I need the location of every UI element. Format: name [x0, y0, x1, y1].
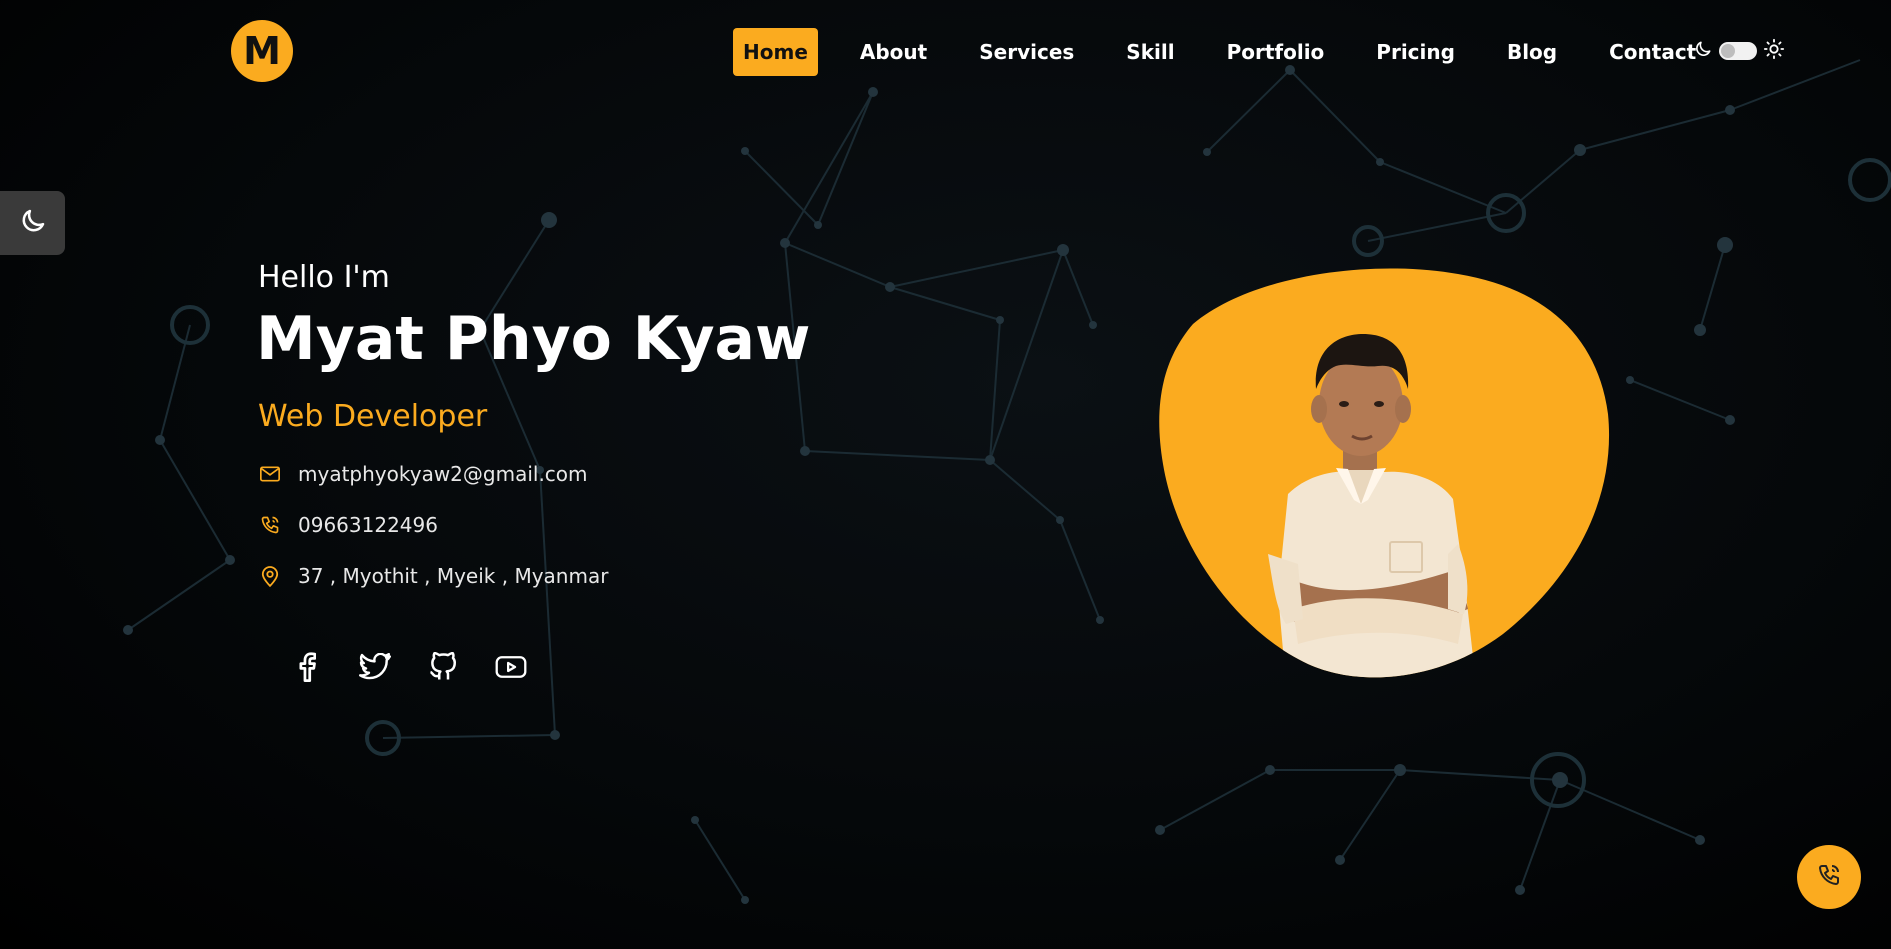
twitter-icon[interactable]	[358, 650, 392, 684]
youtube-icon[interactable]	[494, 650, 528, 684]
greeting: Hello I'm	[258, 260, 390, 295]
phone-icon	[258, 513, 282, 537]
nav-pricing[interactable]: Pricing	[1376, 40, 1455, 64]
floating-call-button[interactable]	[1797, 845, 1861, 909]
nav-about[interactable]: About	[860, 40, 927, 64]
social-links	[290, 650, 528, 684]
location-pin-icon	[258, 564, 282, 588]
moon-icon	[1693, 39, 1713, 63]
dark-mode-side-button[interactable]	[0, 191, 65, 255]
address-text: 37 , Myothit , Myeik , Myanmar	[298, 564, 609, 588]
phone-text[interactable]: 09663122496	[298, 513, 438, 537]
theme-toggle[interactable]	[1693, 38, 1785, 64]
nav-contact[interactable]: Contact	[1609, 40, 1696, 64]
page: M Home About Services Skill Portfolio Pr…	[0, 0, 1891, 949]
email-text[interactable]: myatphyokyaw2@gmail.com	[298, 462, 588, 486]
email-row: myatphyokyaw2@gmail.com	[258, 462, 588, 486]
nav-services[interactable]: Services	[979, 40, 1074, 64]
theme-switch[interactable]	[1719, 42, 1757, 60]
facebook-icon[interactable]	[290, 650, 324, 684]
nav-portfolio[interactable]: Portfolio	[1227, 40, 1325, 64]
github-icon[interactable]	[426, 650, 460, 684]
phone-call-icon	[1817, 863, 1841, 891]
nav-skill[interactable]: Skill	[1126, 40, 1174, 64]
mail-icon	[258, 462, 282, 486]
hero-name: Myat Phyo Kyaw	[256, 304, 811, 374]
phone-row: 09663122496	[258, 513, 438, 537]
sun-icon	[1763, 38, 1785, 64]
logo-letter: M	[243, 29, 281, 73]
profile-photo	[1159, 268, 1610, 678]
moon-icon	[18, 206, 48, 240]
main-nav: Home About Services Skill Portfolio Pric…	[733, 27, 1748, 77]
logo[interactable]: M	[231, 20, 293, 82]
address-row: 37 , Myothit , Myeik , Myanmar	[258, 564, 608, 588]
nav-home[interactable]: Home	[733, 28, 818, 76]
nav-blog[interactable]: Blog	[1507, 40, 1557, 64]
hero-role: Web Developer	[258, 399, 488, 434]
